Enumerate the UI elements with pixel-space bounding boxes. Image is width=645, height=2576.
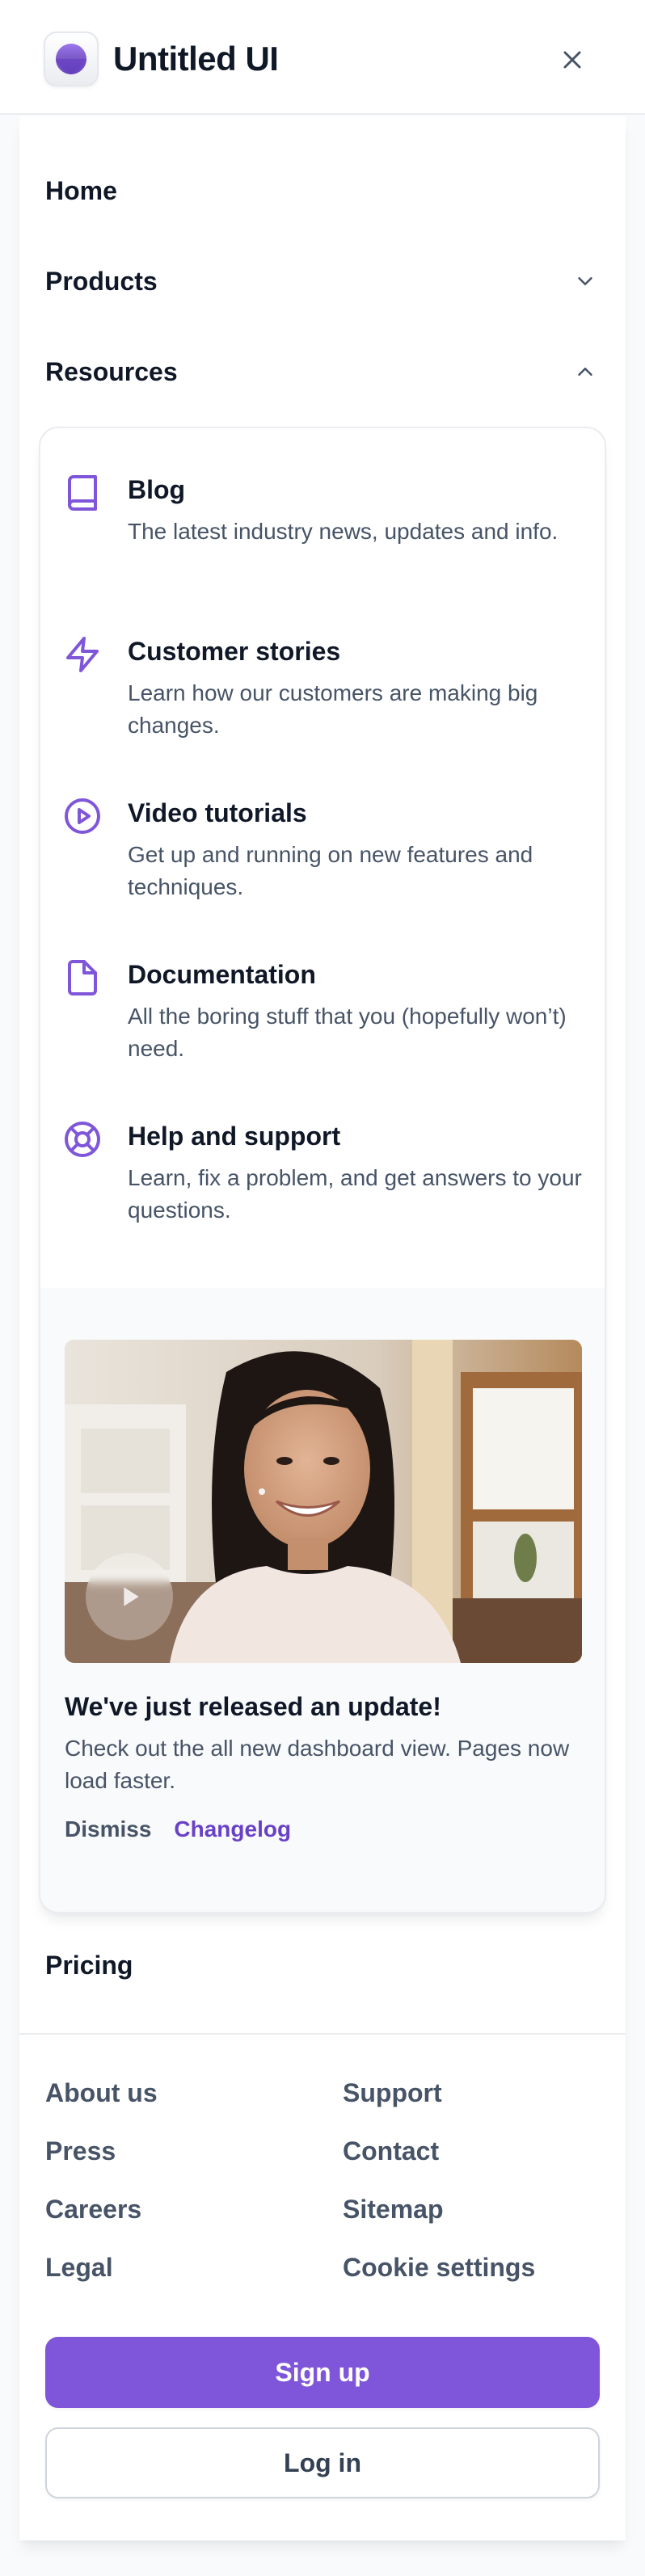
chevron-down-icon — [571, 267, 600, 296]
book-icon — [63, 474, 102, 512]
featured-description: Check out the all new dashboard view. Pa… — [65, 1736, 570, 1793]
nav-item-label: Home — [45, 175, 117, 205]
close-menu-button[interactable] — [550, 37, 595, 82]
mobile-menu-panel: Home Products Resources Blog The latest … — [19, 116, 626, 2540]
play-circle-icon — [63, 797, 102, 836]
featured-update-card: We've just released an update! Check out… — [40, 1288, 605, 1912]
file-icon — [63, 958, 102, 997]
resource-title: Video tutorials — [128, 798, 307, 827]
divider — [19, 2033, 626, 2035]
nav-item-label: Products — [45, 266, 158, 296]
footer-link-contact[interactable]: Contact — [343, 2136, 439, 2166]
chevron-up-icon — [571, 357, 600, 386]
resource-description: All the boring stuff that you (hopefully… — [128, 1004, 567, 1061]
footer-link-press[interactable]: Press — [45, 2136, 116, 2166]
nav-item-pricing[interactable]: Pricing — [45, 1941, 600, 1989]
nav-item-label: Pricing — [45, 1950, 133, 1980]
resource-title: Blog — [128, 475, 186, 504]
resource-title: Documentation — [128, 960, 316, 989]
footer-link-support[interactable]: Support — [343, 2078, 442, 2108]
footer-link-sitemap[interactable]: Sitemap — [343, 2195, 443, 2225]
play-video-button[interactable] — [86, 1553, 173, 1640]
changelog-link[interactable]: Changelog — [174, 1816, 291, 1842]
lightning-icon — [63, 635, 102, 674]
sign-up-button[interactable]: Sign up — [45, 2337, 600, 2408]
footer-link-cookie-settings[interactable]: Cookie settings — [343, 2253, 535, 2283]
footer-link-about-us[interactable]: About us — [45, 2078, 158, 2108]
logo-mark-icon — [44, 32, 99, 86]
resource-description: Learn, fix a problem, and get answers to… — [128, 1165, 582, 1223]
resource-description: Learn how our customers are making big c… — [128, 680, 538, 738]
resource-title: Customer stories — [128, 637, 341, 666]
log-in-button[interactable]: Log in — [45, 2427, 600, 2498]
dismiss-button[interactable]: Dismiss — [65, 1816, 151, 1842]
play-icon — [124, 1587, 139, 1606]
resource-title: Help and support — [128, 1122, 341, 1151]
close-icon — [563, 51, 581, 69]
nav-item-label: Resources — [45, 356, 178, 386]
footer-link-legal[interactable]: Legal — [45, 2253, 113, 2283]
featured-actions: Dismiss Changelog — [65, 1816, 291, 1842]
footer-link-careers[interactable]: Careers — [45, 2195, 141, 2225]
life-buoy-icon — [63, 1120, 102, 1159]
resource-description: Get up and running on new features and t… — [128, 842, 533, 899]
brand-name: Untitled UI — [113, 40, 279, 78]
mobile-menu-header: Untitled UI — [0, 0, 645, 115]
logo[interactable]: Untitled UI — [44, 32, 279, 86]
featured-video-thumbnail[interactable] — [65, 1340, 582, 1663]
resource-description: The latest industry news, updates and in… — [128, 519, 559, 544]
featured-title: We've just released an update! — [65, 1692, 441, 1721]
resources-dropdown: Blog The latest industry news, updates a… — [39, 427, 606, 1913]
nav-item-home[interactable]: Home — [45, 166, 600, 215]
nav-item-products[interactable]: Products — [45, 257, 600, 305]
nav-item-resources[interactable]: Resources — [45, 347, 600, 396]
